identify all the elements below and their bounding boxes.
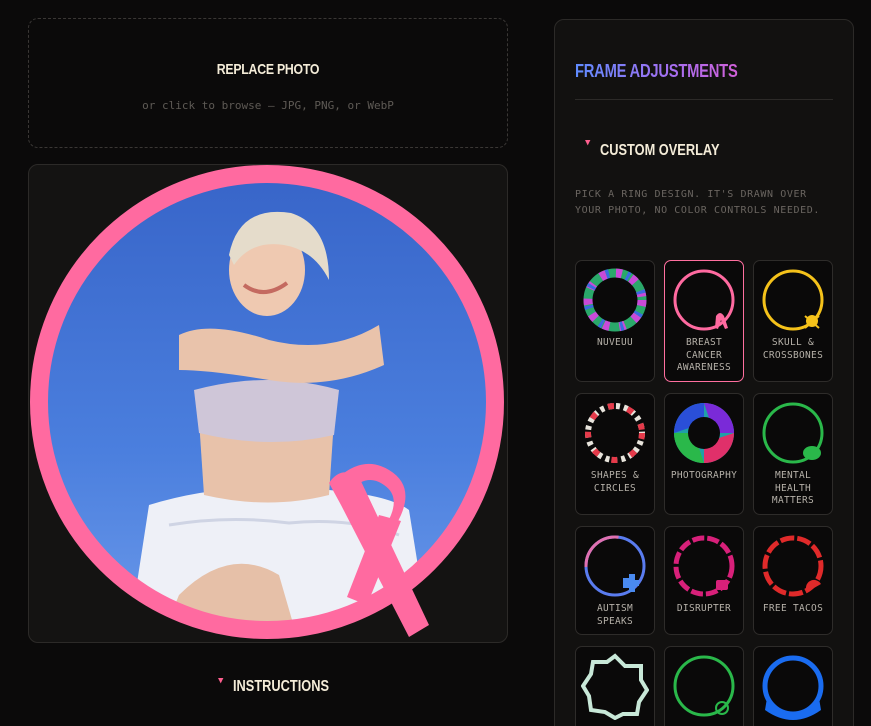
wave-ring-icon (762, 655, 824, 720)
expand-triangle-icon: ▼ (585, 138, 591, 148)
upload-hint: or click to browse — JPG, PNG, or WebP (142, 99, 394, 112)
overlay-card-breast-cancer[interactable]: BREAST CANCER AWARENESS (664, 260, 744, 382)
divider (575, 99, 833, 100)
overlay-card-photography[interactable]: PHOTOGRAPHY (664, 393, 744, 515)
overlay-label: BREAST CANCER AWARENESS (676, 337, 732, 373)
star-ring-icon (581, 653, 649, 720)
taco-ring-icon (762, 535, 824, 597)
panel-title: FRAME ADJUSTMENTS (575, 61, 738, 81)
aperture-ring-icon (674, 403, 734, 463)
overlay-label: MENTAL HEALTH MATTERS (771, 470, 815, 506)
overlay-card-shapes[interactable]: SHAPES & CIRCLES (575, 393, 655, 515)
expand-triangle-icon: ▼ (218, 676, 224, 686)
replace-photo-label: REPLACE PHOTO (216, 61, 320, 78)
overlay-description: PICK A RING DESIGN. IT'S DRAWN OVER YOUR… (575, 189, 820, 216)
overlay-card[interactable] (753, 646, 833, 726)
overlay-label: AUTISM SPEAKS (596, 603, 634, 627)
frame-adjustments-panel: FRAME ADJUSTMENTS ▼ CUSTOM OVERLAY PICK … (554, 19, 854, 726)
overlay-card-nuveuu[interactable]: NUVEUU (575, 260, 655, 382)
overlay-card-disrupter[interactable]: DISRUPTER (664, 526, 744, 635)
instructions-label: INSTRUCTIONS (233, 678, 330, 695)
pink-ribbon-ring-icon (673, 269, 735, 331)
overlay-label: FREE TACOS (762, 603, 824, 614)
mosaic-ring-icon (583, 268, 647, 332)
puzzle-ring-icon (584, 535, 646, 597)
overlay-card[interactable] (575, 646, 655, 726)
overlay-label: PHOTOGRAPHY (670, 470, 738, 481)
instructions-toggle[interactable]: ▼ INSTRUCTIONS (218, 676, 353, 696)
overlay-label: SHAPES & CIRCLES (590, 470, 640, 494)
overlay-card-free-tacos[interactable]: FREE TACOS (753, 526, 833, 635)
photo-preview (28, 164, 508, 643)
shapes-ring-icon (585, 403, 645, 463)
overlay-label: NUVEUU (596, 337, 634, 348)
framed-photo (30, 165, 504, 639)
overlay-label: DISRUPTER (676, 603, 732, 614)
money-ring-icon (673, 655, 735, 717)
brain-ring-icon (762, 402, 824, 464)
overlay-card[interactable] (664, 646, 744, 726)
overlay-card-autism[interactable]: AUTISM SPEAKS (575, 526, 655, 635)
custom-overlay-label: CUSTOM OVERLAY (600, 142, 720, 159)
overlay-card-mental-health[interactable]: MENTAL HEALTH MATTERS (753, 393, 833, 515)
custom-overlay-toggle[interactable]: ▼ CUSTOM OVERLAY (585, 138, 750, 160)
upload-dropzone[interactable]: REPLACE PHOTO or click to browse — JPG, … (28, 18, 508, 148)
overlay-label: SKULL & CROSSBONES (762, 337, 824, 361)
overlay-card-skull[interactable]: SKULL & CROSSBONES (753, 260, 833, 382)
skull-ring-icon (762, 269, 824, 331)
disrupter-ring-icon (673, 535, 735, 597)
